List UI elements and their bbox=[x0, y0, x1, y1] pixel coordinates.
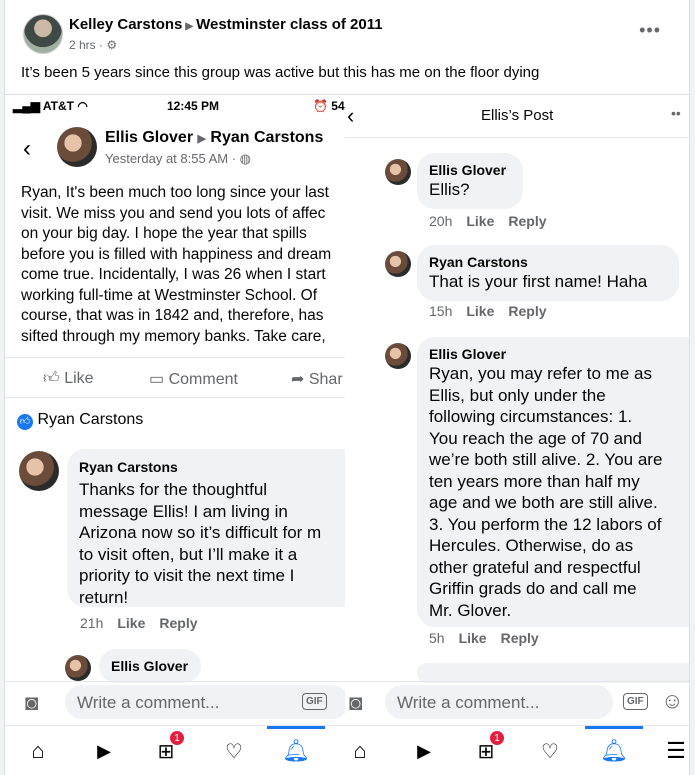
comment-author[interactable]: Ellis Glover bbox=[429, 346, 506, 362]
post-meta: 2 hrs · ⚙ bbox=[69, 38, 117, 52]
comment-bar: ◙ Write a comment... GIF bbox=[5, 681, 345, 721]
bottom-nav: ⌂ ▶ ⊞ 1 ♡ 🔔︎ ☰ bbox=[345, 725, 689, 775]
active-tab-indicator bbox=[585, 726, 643, 729]
author-name[interactable]: Kelley Carstons bbox=[69, 16, 182, 33]
camera-icon[interactable]: ◙ bbox=[349, 690, 362, 716]
ellis-avatar-small[interactable] bbox=[65, 655, 91, 681]
post-time[interactable]: 2 hrs bbox=[69, 38, 96, 52]
left-post-header: Ellis Glover ▶ Ryan Carstons bbox=[105, 129, 323, 147]
status-time: 12:45 PM bbox=[167, 99, 220, 113]
comment-bubble[interactable]: Ellis Glover Ryan, you may refer to me a… bbox=[417, 337, 689, 627]
post-card: Kelley Carstons ▶ Westminster class of 201… bbox=[4, 0, 690, 775]
author-avatar[interactable] bbox=[23, 14, 63, 54]
reply-author[interactable]: Ryan Carstons bbox=[79, 459, 178, 475]
share-icon: ➦ bbox=[291, 371, 305, 388]
post-from[interactable]: Ellis Glover bbox=[105, 129, 193, 146]
liked-by[interactable]: 👍︎ Ryan Carstons bbox=[17, 411, 143, 430]
comment-author[interactable]: Ryan Carstons bbox=[429, 254, 528, 270]
like-button[interactable]: 👍︎ Like bbox=[43, 369, 94, 388]
divider bbox=[5, 397, 345, 398]
reply-actions: 21h Like Reply bbox=[80, 615, 198, 631]
more-options-icon[interactable]: ••• bbox=[639, 20, 661, 41]
left-post-time: Yesterday at 8:55 AM · ◍ bbox=[105, 151, 252, 166]
comment-author[interactable]: Ellis Glover bbox=[429, 162, 506, 178]
more-options-icon[interactable]: •• bbox=[671, 105, 681, 121]
heart-icon[interactable]: ♡ bbox=[221, 738, 247, 764]
next-reply-bubble[interactable]: Ellis Glover bbox=[99, 649, 201, 683]
alarm-icon: ⏰ bbox=[313, 99, 328, 113]
post-text: It’s been 5 years since this group was a… bbox=[21, 64, 540, 81]
reply-button[interactable]: Reply bbox=[508, 213, 546, 229]
share-button[interactable]: ➦ Shar bbox=[291, 369, 343, 389]
post-to[interactable]: Ryan Carstons bbox=[210, 129, 323, 146]
comment-bubble[interactable]: Ellis Glover Ellis? bbox=[417, 153, 523, 209]
comment-bar: ◙ Write a comment... GIF ☺ bbox=[345, 681, 689, 721]
ryan-avatar[interactable] bbox=[385, 251, 411, 277]
emoji-icon[interactable]: ☺ bbox=[661, 688, 683, 714]
status-battery: ⏰ 54 bbox=[313, 99, 345, 113]
right-screenshot: ‹ Ellis’s Post •• Ellis Glover Ellis? 20… bbox=[345, 94, 689, 775]
watch-icon[interactable]: ▶ bbox=[411, 738, 437, 764]
left-post-body: Ryan, It's been much too long since your… bbox=[21, 184, 332, 345]
comment-text: Ryan, you may refer to me as Ellis, but o… bbox=[429, 364, 663, 620]
gif-button[interactable]: GIF bbox=[302, 693, 327, 710]
arrow-right-icon: ▶ bbox=[197, 133, 206, 145]
post-header-title: Kelley Carstons ▶ Westminster class of 201… bbox=[69, 16, 383, 33]
reply-time: 21h bbox=[80, 615, 104, 631]
separator: · bbox=[99, 38, 104, 52]
camera-icon[interactable]: ◙ bbox=[25, 690, 38, 716]
back-icon[interactable]: ‹ bbox=[347, 103, 354, 129]
divider bbox=[5, 357, 345, 358]
home-icon[interactable]: ⌂ bbox=[25, 738, 51, 764]
like-button[interactable]: Like bbox=[466, 303, 494, 319]
heart-icon[interactable]: ♡ bbox=[537, 738, 563, 764]
like-button[interactable]: Like bbox=[459, 630, 487, 646]
reply-reply-button[interactable]: Reply bbox=[159, 615, 197, 631]
back-icon[interactable]: ‹ bbox=[23, 135, 31, 163]
screen-title: Ellis’s Post bbox=[481, 107, 554, 124]
comment-actions: 20h Like Reply bbox=[429, 213, 547, 229]
comment-input[interactable]: Write a comment... bbox=[385, 685, 613, 719]
reply-text: Thanks for the thoughtful message Ellis! … bbox=[79, 480, 322, 607]
comment-actions: 5h Like Reply bbox=[429, 630, 539, 646]
ryan-avatar[interactable] bbox=[19, 451, 59, 491]
reply-button[interactable]: Reply bbox=[501, 630, 539, 646]
menu-icon[interactable]: ☰ bbox=[663, 738, 689, 764]
ellis-avatar[interactable] bbox=[385, 343, 411, 369]
reply-bubble[interactable]: Ryan Carstons Thanks for the thoughtful m… bbox=[67, 449, 345, 607]
ellis-avatar[interactable] bbox=[385, 159, 411, 185]
left-screenshot: ▂▄▆ AT&T ◠ 12:45 PM ⏰ 54 ‹ Ellis Glover … bbox=[5, 94, 345, 775]
like-button[interactable]: Like bbox=[466, 213, 494, 229]
reply-like-button[interactable]: Like bbox=[117, 615, 145, 631]
status-carrier: ▂▄▆ AT&T ◠ bbox=[13, 99, 88, 113]
like-reaction-icon: 👍︎ bbox=[17, 414, 33, 430]
ellis-avatar[interactable] bbox=[57, 127, 97, 167]
home-icon[interactable]: ⌂ bbox=[347, 738, 373, 764]
comment-bubble[interactable]: Ryan Carstons That is your first name! H… bbox=[417, 245, 679, 301]
comment-text: Ellis? bbox=[429, 180, 470, 199]
notification-badge: 1 bbox=[489, 730, 505, 746]
group-name[interactable]: Westminster class of 2011 bbox=[196, 16, 383, 33]
reply-button[interactable]: Reply bbox=[508, 303, 546, 319]
next-reply-author[interactable]: Ellis Glover bbox=[111, 658, 188, 674]
wifi-icon: ◠ bbox=[77, 99, 88, 113]
watch-icon[interactable]: ▶ bbox=[91, 738, 117, 764]
active-tab-indicator bbox=[267, 726, 325, 729]
comment-text: That is your first name! Haha bbox=[429, 272, 648, 291]
globe-icon: ◍ bbox=[239, 151, 252, 166]
bottom-nav: ⌂ ▶ ⊞ 1 ♡ 🔔︎ bbox=[5, 725, 345, 775]
bell-icon[interactable]: 🔔︎ bbox=[600, 738, 628, 764]
comment-actions: 15h Like Reply bbox=[429, 303, 547, 319]
comment-icon: ▭ bbox=[149, 371, 165, 388]
notification-badge: 1 bbox=[169, 730, 185, 746]
arrow-right-icon: ▶ bbox=[185, 21, 194, 32]
signal-icon: ▂▄▆ bbox=[13, 99, 40, 113]
comment-button[interactable]: ▭ Comment bbox=[149, 369, 238, 389]
gif-button[interactable]: GIF bbox=[623, 693, 648, 710]
globe-icon: ⚙ bbox=[106, 38, 118, 52]
bell-icon[interactable]: 🔔︎ bbox=[282, 738, 310, 764]
divider bbox=[345, 137, 689, 138]
comment-bubble-partial[interactable] bbox=[417, 663, 689, 683]
thumbs-up-icon: 👍︎ bbox=[43, 370, 60, 387]
